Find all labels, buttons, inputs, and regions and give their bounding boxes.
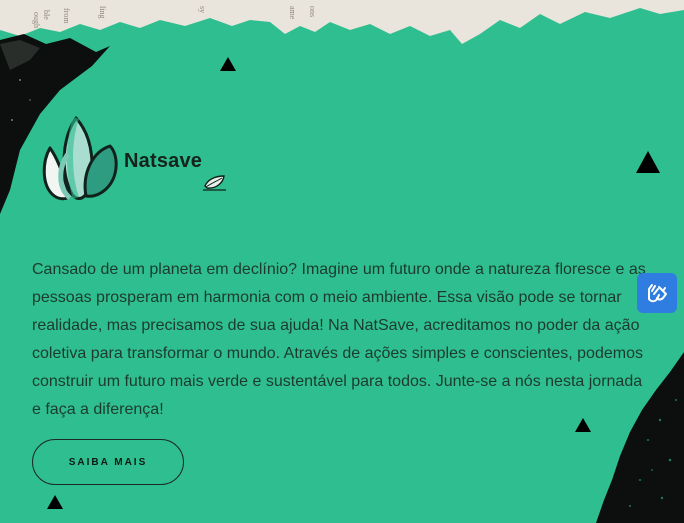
sign-language-hands-icon (648, 284, 667, 303)
svg-text:ling: ling (98, 6, 107, 18)
accessibility-button[interactable] (637, 273, 677, 313)
leaf-badge-icon (203, 175, 226, 191)
saiba-mais-button[interactable]: SAIBA MAIS (32, 439, 184, 485)
svg-text:ame: ame (288, 6, 297, 20)
hero-description: Cansado de um planeta em declínio? Imagi… (32, 261, 646, 418)
svg-text:ons: ons (308, 6, 317, 17)
brand-name: Natsave (124, 149, 203, 172)
lotus-leaves-icon (42, 116, 118, 201)
svg-text:ble: ble (42, 10, 51, 20)
triangle-decoration (220, 57, 236, 71)
triangle-decoration (636, 151, 660, 173)
svg-text:ough: ough (32, 12, 41, 28)
triangle-decoration (47, 495, 63, 509)
svg-text:from: from (62, 8, 71, 24)
brand-logo[interactable]: Natsave (40, 114, 202, 202)
svg-text:sy: sy (198, 6, 207, 13)
hero-section: ough ble from ame ons sy ling Natsave Ca… (0, 0, 684, 523)
